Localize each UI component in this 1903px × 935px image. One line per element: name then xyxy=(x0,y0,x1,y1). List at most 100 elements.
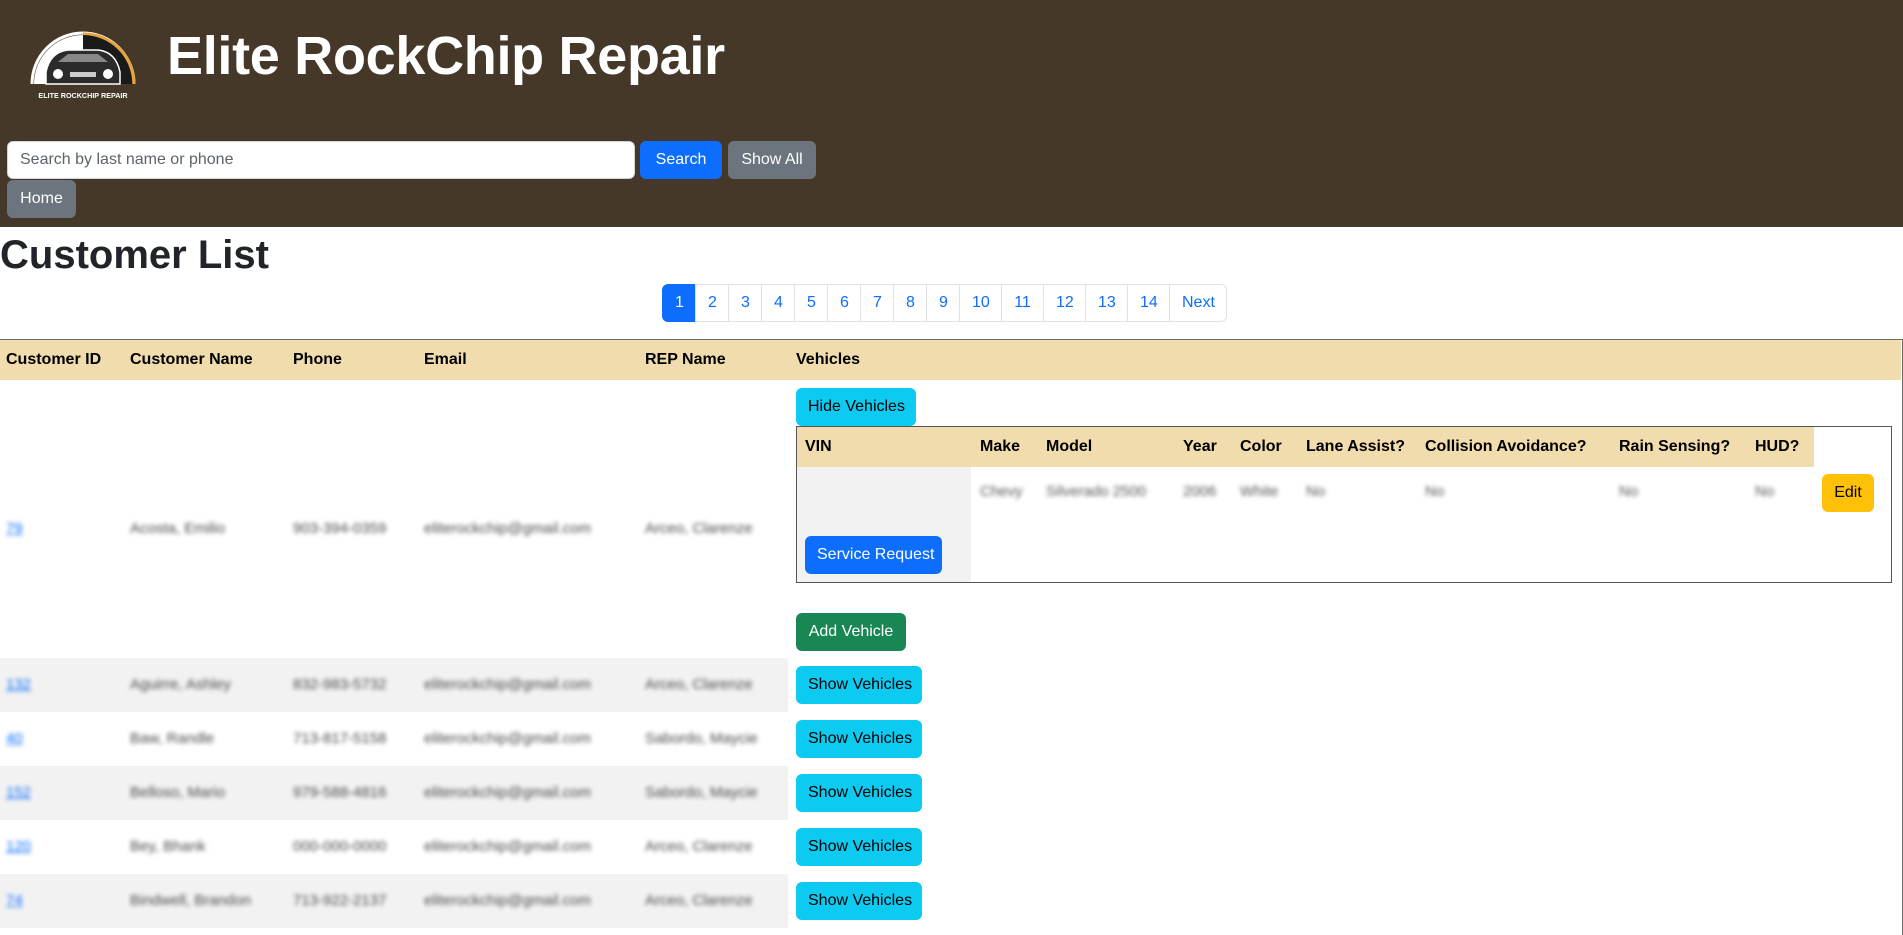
customer-id-link[interactable]: 120 xyxy=(6,837,31,857)
page-link-5[interactable]: 5 xyxy=(794,284,828,322)
show-vehicles-button[interactable]: Show Vehicles xyxy=(796,720,922,758)
customer-name: Acosta, Emilio xyxy=(130,520,226,537)
customer-name: Bindwell, Brandon xyxy=(130,892,251,909)
vehicle-header-hud: HUD? xyxy=(1755,438,1800,455)
vehicle-header-lane-assist: Lane Assist? xyxy=(1306,438,1405,455)
page-link-6[interactable]: 6 xyxy=(827,284,861,322)
page-link-8[interactable]: 8 xyxy=(893,284,927,322)
vehicle-lane-assist: No xyxy=(1306,483,1326,500)
search-input[interactable] xyxy=(7,141,635,179)
customer-phone: 979-588-4816 xyxy=(293,784,387,801)
customer-name: Baw, Randle xyxy=(130,730,215,747)
pagination: 1 2 3 4 5 6 7 8 9 10 11 12 13 14 Next xyxy=(662,284,1227,322)
page-link-11[interactable]: 11 xyxy=(1001,284,1044,322)
vehicle-header-color: Color xyxy=(1240,438,1282,455)
table-row: 132 Aguirre, Ashley 832-983-5732 elitero… xyxy=(0,658,1901,712)
page-link-10[interactable]: 10 xyxy=(959,284,1002,322)
vehicle-header-vin: VIN xyxy=(805,438,832,455)
customer-phone: 903-394-0359 xyxy=(293,520,387,537)
customer-phone: 000-000-0000 xyxy=(293,838,387,855)
vehicle-make: Chevy xyxy=(980,483,1023,500)
vehicle-color: White xyxy=(1240,483,1279,500)
page-link-4[interactable]: 4 xyxy=(761,284,795,322)
column-header-name: Customer Name xyxy=(130,351,253,368)
customer-email: eliterockchip@gmail.com xyxy=(424,892,591,909)
page-link-9[interactable]: 9 xyxy=(926,284,960,322)
show-all-button[interactable]: Show All xyxy=(728,141,816,179)
customer-id-link[interactable]: 40 xyxy=(6,729,23,749)
vehicle-table: VIN Make Model Year Color Lane Assist? C… xyxy=(796,426,1892,583)
vehicle-header-year: Year xyxy=(1183,438,1217,455)
page-link-7[interactable]: 7 xyxy=(860,284,894,322)
site-title: Elite RockChip Repair xyxy=(167,26,725,86)
next-page-link[interactable]: Next xyxy=(1169,284,1227,322)
logo-icon: ELITE ROCKCHIP REPAIR xyxy=(30,31,136,100)
page-link-13[interactable]: 13 xyxy=(1085,284,1128,322)
column-header-vehicles: Vehicles xyxy=(796,351,861,368)
rep-name: Arceo, Clarenze xyxy=(645,892,753,909)
vehicles-cell xyxy=(788,874,1901,928)
customer-id-link[interactable]: 152 xyxy=(6,783,31,803)
show-vehicles-button[interactable]: Show Vehicles xyxy=(796,882,922,920)
rep-name: Arceo, Clarenze xyxy=(645,520,753,537)
customer-phone: 832-983-5732 xyxy=(293,676,387,693)
vehicle-table-header: VIN Make Model Year Color Lane Assist? C… xyxy=(797,427,1814,467)
home-button[interactable]: Home xyxy=(7,180,76,218)
table-row: 120 Bey, Bhank 000-000-0000 eliterockchi… xyxy=(0,820,1901,874)
customer-email: eliterockchip@gmail.com xyxy=(424,838,591,855)
rep-name: Sabordo, Maycie xyxy=(645,730,758,747)
customer-email: eliterockchip@gmail.com xyxy=(424,676,591,693)
column-header-rep: REP Name xyxy=(645,351,726,368)
vehicle-rain: No xyxy=(1619,483,1639,500)
rep-name: Arceo, Clarenze xyxy=(645,676,753,693)
table-row: 40 Baw, Randle 713-817-5158 eliterockchi… xyxy=(0,712,1901,766)
add-vehicle-button[interactable]: Add Vehicle xyxy=(796,613,906,651)
vehicles-cell xyxy=(788,658,1901,712)
vehicle-model: Silverado 2500 xyxy=(1046,483,1147,500)
column-header-id: Customer ID xyxy=(6,351,102,368)
customer-email: eliterockchip@gmail.com xyxy=(424,784,591,801)
customer-email: eliterockchip@gmail.com xyxy=(424,730,591,747)
vehicle-header-collision: Collision Avoidance? xyxy=(1425,438,1587,455)
customer-name: Bey, Bhank xyxy=(130,838,206,855)
table-row: 74 Bindwell, Brandon 713-922-2137 eliter… xyxy=(0,874,1901,928)
logo-text: ELITE ROCKCHIP REPAIR xyxy=(38,91,128,100)
vehicle-header-rain: Rain Sensing? xyxy=(1619,438,1731,455)
customer-email: eliterockchip@gmail.com xyxy=(424,520,591,537)
customer-phone: 713-817-5158 xyxy=(293,730,387,747)
hide-vehicles-button[interactable]: Hide Vehicles xyxy=(796,388,916,426)
table-header: Customer ID Customer Name Phone Email RE… xyxy=(0,340,1901,380)
vehicle-collision: No xyxy=(1425,483,1445,500)
vehicle-header-make: Make xyxy=(980,438,1021,455)
page-link-3[interactable]: 3 xyxy=(728,284,762,322)
search-button[interactable]: Search xyxy=(640,141,722,179)
customer-phone: 713-922-2137 xyxy=(293,892,387,909)
show-vehicles-button[interactable]: Show Vehicles xyxy=(796,828,922,866)
vehicle-vin-cell: Service Request xyxy=(797,467,971,582)
table-row: 152 Bellosо, Mario 979-588-4816 eliteroc… xyxy=(0,766,1901,820)
column-header-phone: Phone xyxy=(293,351,342,368)
service-request-button[interactable]: Service Request xyxy=(805,536,942,574)
vehicle-header-model: Model xyxy=(1046,438,1093,455)
customer-name: Aguirre, Ashley xyxy=(130,676,231,693)
vehicles-cell xyxy=(788,766,1901,820)
show-vehicles-button[interactable]: Show Vehicles xyxy=(796,666,922,704)
show-vehicles-button[interactable]: Show Vehicles xyxy=(796,774,922,812)
customer-id-link[interactable]: 132 xyxy=(6,675,31,695)
page-title: Customer List xyxy=(0,233,269,277)
page-link-12[interactable]: 12 xyxy=(1043,284,1086,322)
rep-name: Arceo, Clarenze xyxy=(645,838,753,855)
rep-name: Sabordo, Maycie xyxy=(645,784,758,801)
edit-vehicle-button[interactable]: Edit xyxy=(1822,474,1874,512)
column-header-email: Email xyxy=(424,351,467,368)
customer-id-link[interactable]: 74 xyxy=(6,891,23,911)
page-link-1[interactable]: 1 xyxy=(662,284,696,322)
customer-table: Customer ID Customer Name Phone Email RE… xyxy=(0,339,1903,935)
customer-name: Bellosо, Mario xyxy=(130,784,226,801)
vehicle-hud: No xyxy=(1755,483,1775,500)
site-header: ELITE ROCKCHIP REPAIR Elite RockChip Rep… xyxy=(0,0,1903,227)
page-link-2[interactable]: 2 xyxy=(695,284,729,322)
page-link-14[interactable]: 14 xyxy=(1127,284,1170,322)
vehicle-year: 2006 xyxy=(1183,483,1217,500)
customer-id-link[interactable]: 79 xyxy=(6,519,23,539)
